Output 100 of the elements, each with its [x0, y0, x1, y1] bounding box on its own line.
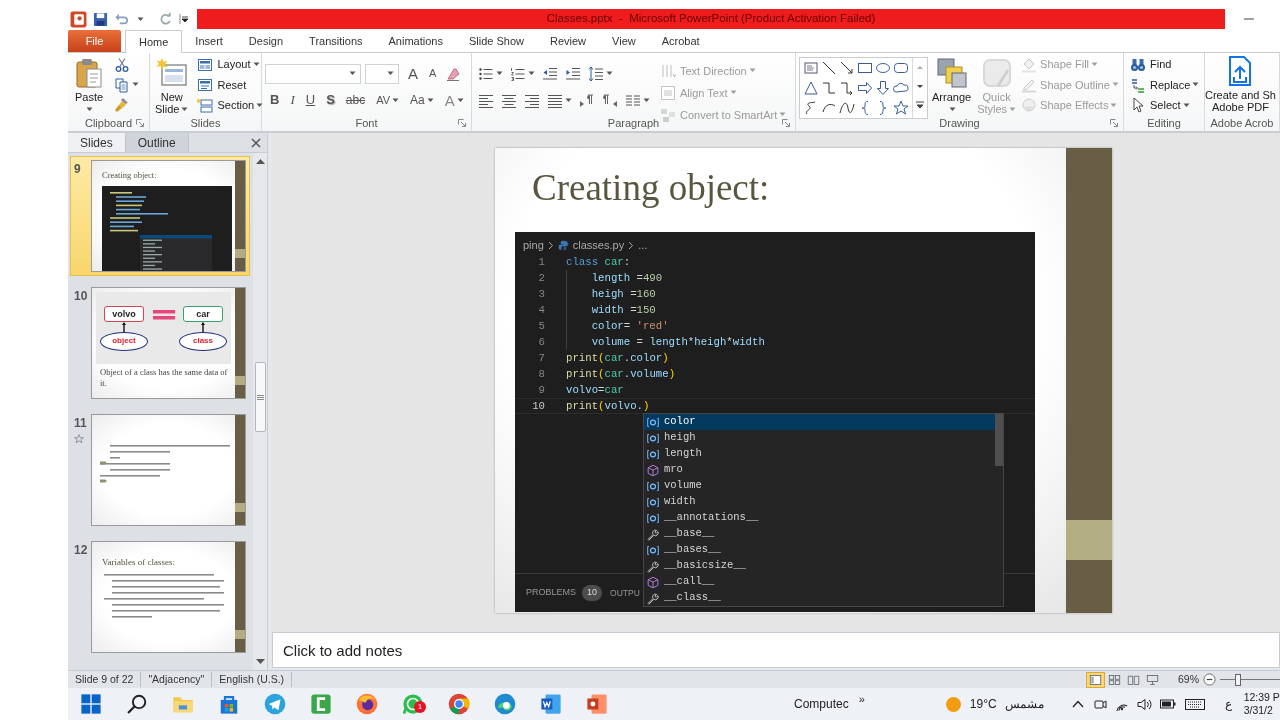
suggestion-item[interactable]: mro: [644, 462, 995, 478]
select-button[interactable]: Select: [1127, 95, 1203, 115]
curve-icon[interactable]: [839, 100, 855, 116]
ribbon-tab[interactable]: Acrobat: [648, 30, 713, 52]
reset-button[interactable]: Reset: [194, 75, 267, 95]
dialog-launcher-icon[interactable]: [782, 119, 790, 127]
view-button[interactable]: [1086, 671, 1105, 688]
ribbon-tab[interactable]: Review: [536, 30, 600, 52]
suggestion-item[interactable]: __call__: [644, 574, 995, 590]
arrange-button[interactable]: Arrange: [930, 55, 974, 116]
pane-tab[interactable]: Outline: [125, 133, 189, 152]
suggestion-item[interactable]: __base__: [644, 526, 995, 542]
scroll-down-icon[interactable]: [255, 659, 265, 665]
strikethrough-button[interactable]: abc: [340, 90, 371, 111]
ribbon-tab[interactable]: Insert: [182, 30, 236, 52]
keyboard-icon[interactable]: [1184, 698, 1205, 710]
customize-icon[interactable]: [179, 13, 188, 25]
section-button[interactable]: Section: [194, 95, 267, 115]
elbow-arrow-icon[interactable]: [839, 80, 855, 96]
shrink-font-button[interactable]: A: [424, 63, 442, 84]
dialog-launcher-icon[interactable]: [458, 119, 466, 127]
scrollbar-thumb[interactable]: [254, 362, 266, 432]
create-pdf-button[interactable]: Create and Sh Adobe PDF: [1205, 53, 1276, 115]
find-button[interactable]: Find: [1127, 55, 1203, 75]
slide-thumbnail-item[interactable]: 9 Creating object:: [70, 156, 250, 276]
slide-thumbnail-item[interactable]: 10 volvo object car class Object of a class has the same data of it.: [70, 283, 250, 403]
layout-button[interactable]: Layout: [194, 55, 267, 75]
ribbon-tab[interactable]: Transitions: [296, 30, 376, 52]
panel-tab[interactable]: OUTPU: [610, 586, 640, 600]
clock-time[interactable]: 12:39 P: [1243, 690, 1280, 704]
breadcrumb-item[interactable]: ...: [638, 236, 648, 254]
browser-icon[interactable]: [356, 693, 378, 715]
app-icon[interactable]: [70, 10, 87, 28]
down-arrow-icon[interactable]: [875, 80, 891, 96]
app-icon[interactable]: [310, 693, 332, 715]
underline-button[interactable]: U: [300, 90, 321, 111]
triangle-icon[interactable]: [803, 80, 819, 96]
battery-icon[interactable]: [1159, 699, 1176, 709]
font-name-field[interactable]: [265, 63, 361, 84]
suggestion-item[interactable]: __annotations__: [644, 510, 995, 526]
change-case-button[interactable]: Aa: [405, 90, 439, 111]
search-icon[interactable]: [126, 693, 148, 715]
breadcrumb-item[interactable]: classes.py: [572, 236, 625, 254]
star-icon[interactable]: [893, 100, 909, 116]
panel-tab[interactable]: PROBLEMS: [526, 586, 576, 600]
rounded-rectangle-icon[interactable]: [893, 60, 909, 76]
save-icon[interactable]: [93, 11, 108, 27]
suggestion-item[interactable]: heigh: [644, 430, 995, 446]
shadow-button[interactable]: S: [321, 90, 340, 111]
slide-thumbnail-item[interactable]: 12 Variables of classes:: [70, 537, 250, 657]
scrollbar-thumb[interactable]: [995, 414, 1003, 466]
zoom-level[interactable]: 69%: [1178, 671, 1199, 688]
document-app-icon[interactable]: [540, 693, 562, 715]
slider-thumb[interactable]: [1235, 673, 1241, 686]
bold-button[interactable]: B: [265, 90, 285, 111]
suggestion-item[interactable]: volume: [644, 478, 995, 494]
speaker-icon[interactable]: [1136, 697, 1152, 711]
rectangle-icon[interactable]: [857, 60, 873, 76]
suggestion-item[interactable]: __class__: [644, 590, 995, 606]
presentation-app-icon[interactable]: [586, 693, 608, 715]
shopping-bag-icon[interactable]: [218, 693, 240, 715]
slide-thumbnail-item[interactable]: 11: [70, 410, 250, 530]
chevron-icon[interactable]: [1071, 700, 1084, 708]
grow-font-button[interactable]: A: [403, 63, 423, 84]
dialog-launcher-icon[interactable]: [1110, 119, 1118, 127]
suggestion-item[interactable]: color: [644, 414, 995, 430]
italic-button[interactable]: I: [285, 90, 300, 111]
pane-tab[interactable]: Slides: [68, 133, 126, 152]
breadcrumb-item[interactable]: ping: [523, 236, 544, 254]
clock-date[interactable]: 3/31/2: [1243, 704, 1280, 718]
overflow-button[interactable]: »: [858, 690, 865, 708]
paper-plane-icon[interactable]: [264, 693, 286, 715]
start-icon[interactable]: [80, 693, 102, 715]
suggestion-item[interactable]: __bases__: [644, 542, 995, 558]
cloud-icon[interactable]: [893, 80, 909, 96]
ribbon-tab[interactable]: View: [599, 30, 649, 52]
close-icon[interactable]: [251, 137, 261, 148]
new-slide-button[interactable]: New Slide: [153, 55, 191, 116]
suggestion-item[interactable]: width: [644, 494, 995, 510]
paste-button[interactable]: Paste: [71, 55, 107, 116]
line-icon[interactable]: [821, 60, 837, 76]
ribbon-tab[interactable]: Home: [125, 30, 183, 53]
suggestion-item[interactable]: length: [644, 446, 995, 462]
browser-icon[interactable]: [448, 693, 470, 715]
file-tab[interactable]: File: [68, 30, 121, 52]
zoom-slider[interactable]: [1220, 672, 1280, 687]
arrow-icon[interactable]: [839, 60, 855, 76]
dialog-launcher-icon[interactable]: [136, 119, 144, 127]
browser-icon[interactable]: [494, 693, 516, 715]
ribbon-tab[interactable]: Animations: [375, 30, 456, 52]
input-language[interactable]: ع: [1224, 695, 1232, 713]
character-spacing-button[interactable]: AV: [371, 90, 404, 111]
scroll-up-icon[interactable]: [255, 158, 265, 164]
notes-field[interactable]: Click to add notes: [272, 632, 1280, 668]
zoom-out-icon[interactable]: [1203, 673, 1216, 686]
oval-icon[interactable]: [875, 60, 891, 76]
taskbar-label[interactable]: Computec: [794, 695, 849, 713]
undo-icon[interactable]: [114, 12, 129, 26]
ribbon-tab[interactable]: Slide Show: [455, 30, 537, 52]
right-arrow-icon[interactable]: [857, 80, 873, 96]
